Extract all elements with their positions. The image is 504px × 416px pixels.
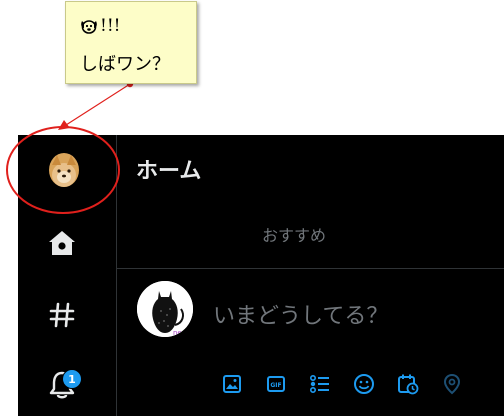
location-button[interactable] bbox=[435, 371, 469, 397]
svg-text:GIF: GIF bbox=[270, 382, 281, 389]
image-icon bbox=[223, 375, 241, 393]
shiba-avatar-icon[interactable] bbox=[49, 153, 79, 187]
tab-recommended[interactable]: おすすめ bbox=[262, 222, 326, 246]
note-line-1: !!! bbox=[80, 16, 121, 36]
app-window: 1 ホーム おすすめ neo いまどうしてる？ GIF bbox=[18, 135, 504, 416]
gif-button[interactable]: GIF bbox=[259, 371, 293, 397]
annotation-arrow-line bbox=[65, 83, 131, 126]
nav-item-home[interactable] bbox=[44, 225, 80, 261]
schedule-icon bbox=[398, 374, 419, 395]
home-icon bbox=[49, 231, 75, 255]
page-title: ホーム bbox=[136, 159, 202, 184]
compose-toolbar: GIF bbox=[215, 371, 469, 397]
emoji-icon bbox=[354, 374, 374, 394]
poll-button[interactable] bbox=[303, 371, 337, 397]
note-text: しばワン？ bbox=[80, 54, 170, 75]
schedule-button[interactable] bbox=[391, 371, 425, 397]
location-icon bbox=[443, 373, 461, 395]
hashtag-icon bbox=[49, 302, 75, 328]
annotation-arrowhead bbox=[58, 120, 70, 130]
compose-input[interactable]: いまどうしてる？ bbox=[213, 298, 388, 330]
emoji-button[interactable] bbox=[347, 371, 381, 397]
tabs-divider bbox=[117, 268, 504, 269]
notification-badge: 1 bbox=[62, 369, 82, 389]
svg-text:neo: neo bbox=[173, 329, 186, 337]
sticky-note: !!! しばワン？ bbox=[65, 1, 197, 84]
image-button[interactable] bbox=[215, 371, 249, 397]
gif-icon: GIF bbox=[267, 376, 285, 392]
sidebar-nav: 1 bbox=[18, 135, 116, 416]
note-exclamation: !!! bbox=[100, 16, 121, 36]
main-column: ホーム おすすめ neo いまどうしてる？ GIF bbox=[117, 135, 504, 416]
poll-icon bbox=[309, 374, 329, 394]
user-avatar[interactable]: neo bbox=[137, 281, 193, 337]
nav-item-explore[interactable] bbox=[44, 297, 80, 333]
dog-face-icon bbox=[81, 20, 97, 34]
